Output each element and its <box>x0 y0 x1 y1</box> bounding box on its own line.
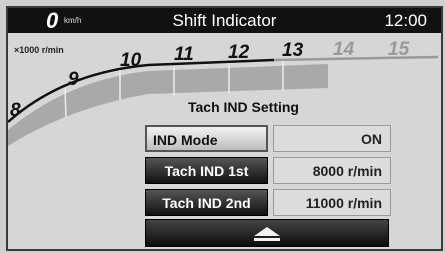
tach-number: 10 <box>120 50 142 71</box>
tach-number: 12 <box>228 42 250 63</box>
tach-tick <box>64 87 67 119</box>
ind-mode-value: ON <box>273 125 391 152</box>
settings-heading: Tach IND Setting <box>188 99 299 115</box>
tach-number: 13 <box>282 40 304 61</box>
tach-number: 15 <box>388 39 410 60</box>
display-screen: 0 km/h Shift Indicator 12:00 ×1000 r/min… <box>0 0 445 253</box>
tach-ind-1st-button[interactable]: Tach IND 1st <box>145 157 268 184</box>
ind-mode-button[interactable]: IND Mode <box>145 125 268 152</box>
tach-ind-2nd-button[interactable]: Tach IND 2nd <box>145 189 268 216</box>
tach-number: 8 <box>10 100 21 121</box>
tach-number: 14 <box>333 39 355 60</box>
tach-number: 9 <box>68 69 79 90</box>
tach-ind-1st-value: 8000 r/min <box>273 157 391 184</box>
tach-number: 11 <box>174 44 194 65</box>
tach-ind-2nd-value: 11000 r/min <box>273 189 391 216</box>
back-button[interactable] <box>145 219 389 247</box>
eject-up-icon <box>254 227 280 241</box>
display-frame: 0 km/h Shift Indicator 12:00 ×1000 r/min… <box>6 6 443 251</box>
